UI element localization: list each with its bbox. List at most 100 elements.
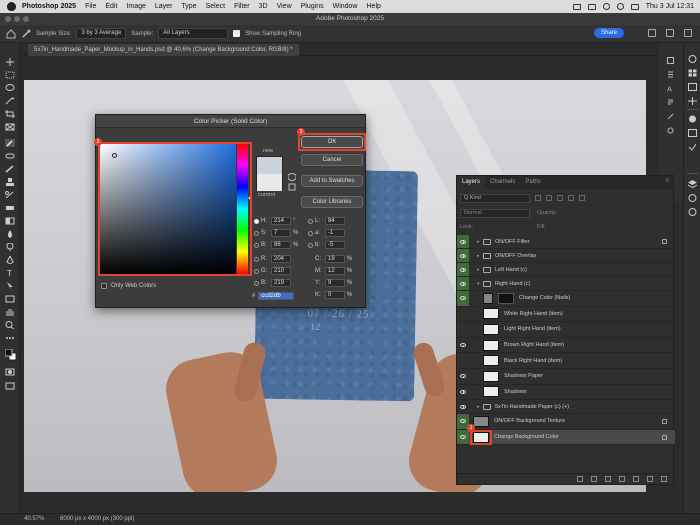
search-icon[interactable]: [616, 3, 624, 10]
more-tools-icon[interactable]: [5, 334, 15, 342]
input-lab-b[interactable]: -5: [325, 241, 345, 249]
menu-filter[interactable]: Filter: [234, 3, 250, 10]
close-window-button[interactable]: [5, 16, 11, 22]
menu-help[interactable]: Help: [367, 3, 381, 10]
radio-l[interactable]: [308, 218, 313, 224]
filter-type-icon[interactable]: [557, 195, 563, 201]
radio-blue[interactable]: [254, 280, 259, 286]
menu-select[interactable]: Select: [206, 3, 225, 10]
layer-row[interactable]: Shadows: [457, 385, 675, 401]
patterns-panel-icon[interactable]: [688, 97, 697, 105]
healing-brush-tool-icon[interactable]: [5, 152, 15, 160]
gradients-panel-icon[interactable]: [688, 83, 697, 91]
adjustments-panel-icon[interactable]: [688, 115, 697, 123]
menu-plugins[interactable]: Plugins: [301, 3, 324, 10]
visibility-toggle[interactable]: [457, 353, 469, 368]
frame-tool-icon[interactable]: [5, 123, 15, 131]
filter-adjustment-icon[interactable]: [546, 195, 552, 201]
document-size[interactable]: 6000 px x 4000 px (300 ppi): [60, 514, 134, 525]
control-center-icon[interactable]: [630, 3, 639, 10]
document-tab[interactable]: 5x7in_Handmade_Paper_Mockup_in_Hands.psd…: [28, 44, 299, 56]
hex-input[interactable]: ccd2db: [258, 292, 295, 300]
hand-tool-icon[interactable]: [5, 308, 15, 316]
dodge-tool-icon[interactable]: [5, 243, 15, 251]
layer-style-icon[interactable]: [591, 476, 597, 482]
cube-warning-icon[interactable]: [288, 173, 296, 181]
settings-icon[interactable]: [684, 29, 692, 37]
learn-panel-icon[interactable]: [688, 143, 697, 151]
cancel-button[interactable]: Cancel: [301, 154, 363, 166]
move-tool-icon[interactable]: [5, 58, 15, 66]
marquee-tool-icon[interactable]: [5, 71, 15, 79]
minimize-window-button[interactable]: [14, 16, 20, 22]
sample-select[interactable]: All Layers: [158, 28, 229, 39]
visibility-toggle[interactable]: [457, 400, 469, 413]
channels-panel-icon[interactable]: [688, 194, 697, 202]
radio-h[interactable]: [254, 218, 259, 224]
pen-tool-icon[interactable]: [5, 256, 15, 264]
layer-row[interactable]: ▸ Left Hand (c): [457, 263, 675, 277]
link-layers-icon[interactable]: [577, 476, 583, 482]
gear-icon[interactable]: [667, 127, 674, 134]
filter-shape-icon[interactable]: [568, 195, 574, 201]
creative-cloud-icon[interactable]: [572, 3, 581, 10]
clone-stamp-tool-icon[interactable]: [5, 178, 15, 186]
new-layer-icon[interactable]: [647, 476, 653, 482]
battery-icon[interactable]: [587, 3, 596, 10]
menu-image[interactable]: Image: [126, 3, 145, 10]
filter-pixel-icon[interactable]: [535, 195, 541, 201]
layer-row[interactable]: Black Right Hand (item): [457, 353, 675, 369]
layer-row[interactable]: White Right Hand (item): [457, 307, 675, 323]
swatches-panel-icon[interactable]: [688, 69, 697, 77]
paragraph-icon[interactable]: [667, 99, 674, 106]
delete-layer-icon[interactable]: [661, 476, 667, 482]
radio-s[interactable]: [254, 230, 259, 236]
tab-paths[interactable]: Paths: [520, 176, 545, 189]
input-y[interactable]: 9: [325, 279, 345, 287]
adjustment-layer-icon[interactable]: [619, 476, 625, 482]
radio-g[interactable]: [254, 268, 259, 274]
visibility-toggle[interactable]: [457, 322, 469, 337]
menu-3d[interactable]: 3D: [259, 3, 268, 10]
input-r[interactable]: 204: [271, 255, 291, 263]
input-blue[interactable]: 219: [271, 279, 291, 287]
visibility-toggle[interactable]: [457, 338, 469, 353]
sample-size-select[interactable]: 3 by 3 Average: [76, 28, 127, 39]
menu-edit[interactable]: Edit: [105, 3, 117, 10]
add-to-swatches-button[interactable]: Add to Swatches: [301, 175, 363, 187]
add-mask-icon[interactable]: [605, 476, 611, 482]
filter-smart-object-icon[interactable]: [579, 195, 585, 201]
layers-panel-icon[interactable]: [687, 180, 698, 189]
layer-row[interactable]: ▸ ON/OFF Overlay: [457, 249, 675, 263]
radio-a[interactable]: [308, 230, 313, 236]
zoom-level[interactable]: 40.57%: [24, 514, 44, 525]
show-sampling-ring-checkbox[interactable]: [233, 30, 241, 37]
apple-icon[interactable]: [7, 2, 16, 11]
history-icon[interactable]: [667, 57, 674, 64]
layer-row[interactable]: Brown Right Hand (item): [457, 338, 675, 354]
layer-row[interactable]: Change Background Color 1: [457, 423, 675, 446]
current-color-swatch[interactable]: [257, 174, 282, 191]
workspace-icon[interactable]: [666, 29, 674, 37]
input-m[interactable]: 12: [325, 267, 345, 275]
input-c[interactable]: 19: [325, 255, 345, 263]
visibility-toggle[interactable]: [457, 235, 469, 248]
search-icon[interactable]: [648, 29, 656, 37]
menu-app-name[interactable]: Photoshop 2025: [22, 3, 76, 10]
visibility-toggle[interactable]: [457, 263, 469, 276]
visibility-toggle[interactable]: [457, 277, 469, 290]
input-g[interactable]: 210: [271, 267, 291, 275]
eyedropper-tool-icon[interactable]: [5, 139, 15, 147]
radio-b[interactable]: [254, 242, 259, 248]
type-tool-icon[interactable]: T: [5, 269, 15, 277]
brush-settings-icon[interactable]: [667, 113, 674, 120]
history-brush-tool-icon[interactable]: [5, 191, 15, 199]
quick-mask-icon[interactable]: [5, 368, 15, 376]
tab-channels[interactable]: Channels: [485, 176, 520, 189]
character-icon[interactable]: A: [667, 85, 674, 94]
rectangle-tool-icon[interactable]: [5, 295, 15, 303]
layer-row[interactable]: Light Right Hand (item): [457, 322, 675, 338]
layer-row[interactable]: ON/OFF Background Texture: [457, 414, 675, 430]
foreground-background-colors[interactable]: [5, 349, 17, 361]
visibility-toggle[interactable]: [457, 369, 469, 384]
